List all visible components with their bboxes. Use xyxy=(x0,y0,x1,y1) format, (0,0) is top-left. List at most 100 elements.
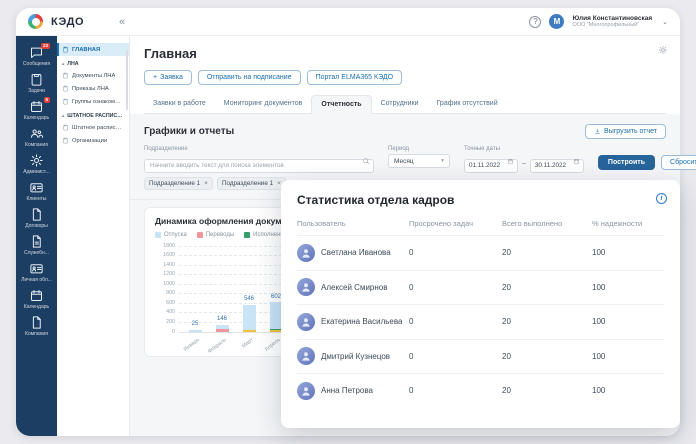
reset-all-button[interactable]: Сбросить все xyxy=(661,155,696,170)
action-button-label: Портал ELMA365 КЭДО xyxy=(315,74,394,81)
rail-item-company-2[interactable]: Компания xyxy=(17,312,57,339)
bar-segment xyxy=(242,330,256,332)
user-cell: Светлана Иванова xyxy=(297,243,409,262)
search-icon xyxy=(362,157,370,165)
department-chip-1[interactable]: Подразделение 1 × xyxy=(216,176,286,190)
app-background: КЭДО « ? М Юлия Константиновская ООО "Мн… xyxy=(0,0,696,444)
avatar xyxy=(297,278,315,297)
modal-title: Статистика отдела кадров xyxy=(297,193,455,207)
user-company: ООО "Многопрофильный" xyxy=(572,22,640,29)
tab-0[interactable]: Заявки в работе xyxy=(144,95,215,113)
x-axis-label: Апрель xyxy=(263,336,282,353)
action-button-2[interactable]: Портал ELMA365 КЭДО xyxy=(306,70,403,85)
y-axis-tick: 0 xyxy=(172,328,175,335)
rail-item-calendar[interactable]: Календарь 5 xyxy=(17,96,57,123)
rail-item-admin[interactable]: Админист... xyxy=(17,150,57,177)
calendar-icon xyxy=(29,288,44,303)
sidebar-item-приказы лна[interactable]: Приказы ЛНА xyxy=(57,82,129,95)
tab-3[interactable]: Сотрудники xyxy=(372,95,428,113)
chip-label: Подразделение 1 xyxy=(221,179,274,187)
bar-value-label: 25 xyxy=(191,321,199,328)
legend-swatch xyxy=(196,231,203,238)
bar-январь xyxy=(188,330,202,332)
rail-item-contracts[interactable]: Договоры xyxy=(17,204,57,231)
table-header: Пользователь Просрочено задач Всего выполн… xyxy=(297,207,664,235)
export-report-button[interactable]: Выгрузить отчет xyxy=(585,124,666,139)
sidebar-item-штатное расписание[interactable]: Штатное расписание xyxy=(57,121,129,134)
doc-icon xyxy=(62,98,69,105)
rail-item-company[interactable]: Компания xyxy=(17,123,57,150)
tab-bar: Заявки в работе Мониторинг документов Отче… xyxy=(144,95,666,114)
department-chip-0[interactable]: Подразделение 1 × xyxy=(144,176,213,190)
rail-item-personal[interactable]: Личная обл... xyxy=(17,258,57,285)
sidebar-item-группы ознакомления с лна[interactable]: Группы ознакомления с ЛНА xyxy=(57,95,129,108)
user-cell: Екатерина Васильева xyxy=(297,312,409,331)
x-axis-label: Февраль xyxy=(207,336,228,355)
column-header: Всего выполнено xyxy=(502,219,563,228)
sidebar-item-организации[interactable]: Организации xyxy=(57,134,129,147)
settings-gear-icon[interactable] xyxy=(658,45,668,55)
help-icon[interactable]: ? xyxy=(529,15,542,28)
rail-item-clients[interactable]: Клиенты xyxy=(17,177,57,204)
user-name: Екатерина Васильева xyxy=(321,317,403,327)
sidebar-collapse-icon[interactable]: « xyxy=(119,16,125,28)
user-avatar[interactable]: М xyxy=(549,14,565,29)
build-button[interactable]: Построить xyxy=(597,155,656,170)
brand-title: КЭДО xyxy=(51,15,85,28)
table-row: Алексей Смирнов 0 20 100 xyxy=(297,269,664,305)
x-axis-label: Март xyxy=(241,336,255,350)
chip-label: Подразделение 1 xyxy=(149,179,201,187)
rail-item-label: Клиенты xyxy=(26,196,47,202)
reliability-cell: 100 xyxy=(592,386,606,396)
info-icon[interactable]: i xyxy=(656,193,667,204)
table-row: Дмитрий Кузнецов 0 20 100 xyxy=(297,338,664,374)
sidebar-scrollbar[interactable] xyxy=(126,50,128,110)
table-row: Екатерина Васильева 0 20 100 xyxy=(297,304,664,339)
y-axis-tick: 200 xyxy=(166,318,175,325)
sidebar-section-лна[interactable]: ▴ ЛНА xyxy=(57,56,129,69)
user-name: Анна Петрова xyxy=(321,386,373,396)
docpen-icon xyxy=(29,234,44,249)
rail-item-label: Личная обл... xyxy=(21,277,52,283)
sidebar-section-штатное расписание[interactable]: ▴ШТАТНОЕ РАСПИСАНИЕ xyxy=(57,108,129,121)
period-label: Период xyxy=(388,146,410,152)
tab-1[interactable]: Мониторинг документов xyxy=(215,95,312,113)
user-menu[interactable]: Юлия Константиновская ООО "Многопрофильн… xyxy=(572,15,652,29)
done-cell: 20 xyxy=(502,386,511,396)
tab-4[interactable]: График отсутствий xyxy=(428,95,507,113)
table-row: Анна Петрова 0 20 100 xyxy=(297,373,664,408)
action-button-1[interactable]: Отправить на подписание xyxy=(197,70,301,85)
rail-item-label: Договоры xyxy=(25,223,48,229)
rail-item-label: Сообщения xyxy=(22,61,51,67)
action-button-0[interactable]: + Заявка xyxy=(144,70,192,85)
calendar-icon xyxy=(507,158,514,165)
rail-item-calendar-2[interactable]: Календарь xyxy=(17,285,57,312)
legend-swatch xyxy=(244,231,251,238)
rail-item-label: Компания xyxy=(25,331,48,337)
rail-item-label: Задачи xyxy=(28,88,45,94)
y-axis-tick: 600 xyxy=(166,299,175,306)
avatar xyxy=(297,243,315,262)
sidebar-item-документы лна[interactable]: Документы ЛНА xyxy=(57,69,129,82)
rail-item-tasks[interactable]: Задачи xyxy=(17,69,57,96)
sidebar-item-label: Штатное расписание xyxy=(72,124,124,131)
sidebar-item-label: ГЛАВНАЯ xyxy=(72,46,101,53)
tab-2[interactable]: Отчетность xyxy=(311,95,372,114)
reliability-cell: 100 xyxy=(592,248,606,258)
brand-logo-icon xyxy=(28,14,43,29)
y-axis-tick: 1400 xyxy=(163,261,175,268)
done-cell: 20 xyxy=(502,248,511,258)
rail-item-memos[interactable]: Служебн... xyxy=(17,231,57,258)
rail-item-messages[interactable]: Сообщения 23 xyxy=(17,42,57,69)
legend-label: Переводы xyxy=(205,231,235,238)
doc-icon xyxy=(62,124,69,131)
department-search-input[interactable] xyxy=(144,158,374,173)
y-axis-tick: 800 xyxy=(166,290,175,297)
sidebar-item-главная[interactable]: ГЛАВНАЯ xyxy=(57,43,129,56)
notification-badge: 23 xyxy=(41,43,50,49)
period-select[interactable]: Месяц ▾ xyxy=(388,154,450,168)
rail-item-label: Админист... xyxy=(23,169,50,175)
close-icon[interactable]: × xyxy=(204,180,208,187)
overdue-cell: 0 xyxy=(409,386,414,396)
table-body: Светлана Иванова 0 20 100 Алексей Смирнов 0 20… xyxy=(297,235,664,408)
